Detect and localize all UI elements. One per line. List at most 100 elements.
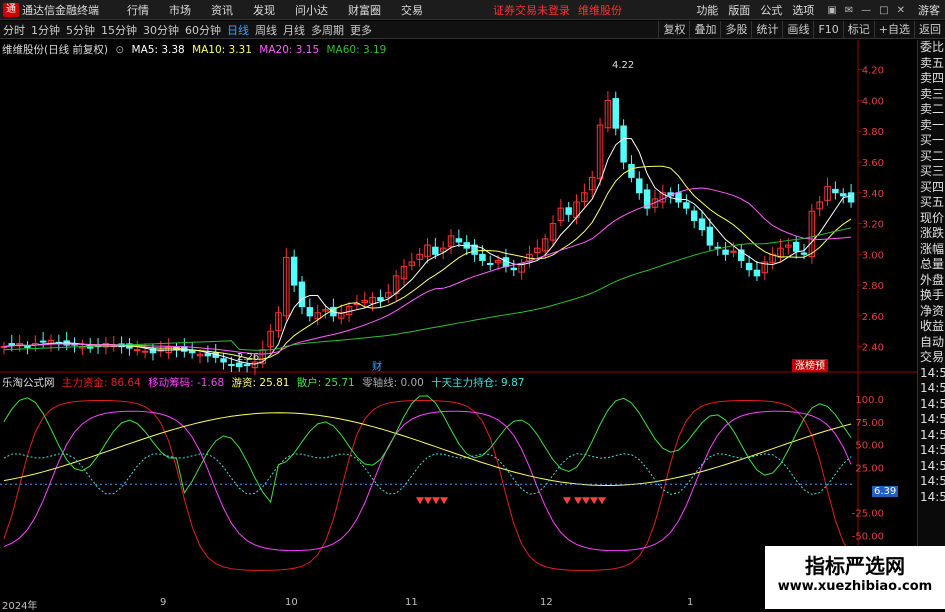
candle-body [510,267,518,271]
close-icon[interactable]: ✕ [897,5,905,16]
side-panel-label: 14:56 [920,412,945,426]
indicator-current-value: 6.39 [872,486,899,497]
stock-name-title: 维维股份 [578,3,622,17]
x-axis-label: 2024年 [2,601,38,612]
side-panel-label: 收益 [920,319,945,333]
toolbar-button[interactable]: 复权 [658,21,689,39]
maximize-icon[interactable]: □ [879,5,888,16]
limit-up-label: 涨榜预 [795,359,825,372]
ind-tick-label: 50.00 [855,441,884,452]
quote-side-panel: 委比 卖五 卖四 卖三 卖二 卖一 买一 买二 买三 买四 买五 现价 涨跌 涨幅 总量 外盘 换手 净资 收益 自动… [917,40,945,609]
candle-body [612,98,620,129]
toolbar-button[interactable]: F10 [813,21,842,39]
candle-body [24,345,31,348]
candle-body [8,343,16,346]
candle-body [204,353,212,357]
ind-tick-label: -25.00 [852,509,884,520]
candle-body [683,202,690,209]
side-panel-label: 14:56 [920,396,945,411]
menu-item[interactable]: 市场 [159,2,201,18]
side-panel-label: 买三 [920,164,945,178]
legend-gear-icon[interactable]: ⊙ [115,44,124,56]
tab-timeframe[interactable]: 更多 [347,24,375,37]
toolbar-button[interactable]: +自选 [873,21,914,39]
candle-body [839,193,847,197]
toolbar-button[interactable]: 统计 [751,21,782,39]
menu-item[interactable]: 资讯 [201,2,243,18]
tab-timeframe[interactable]: 分时 [0,24,28,37]
side-panel-label: 涨跌 [920,226,945,240]
toolbar-button[interactable]: 返回 [914,21,945,39]
menu-item[interactable]: 行情 [117,2,159,18]
tab-timeframe[interactable]: 日线 [224,24,252,37]
hot-money-label: 游资: 25.81 [231,377,290,389]
indicator-legend: 乐淘公式网 主力资金: 86.64 移动筹码: -1.68 游资: 25.81 … [2,375,528,390]
watermark-url: www.xuezhibiao.com [777,579,933,594]
menu-layout[interactable]: 版面 [723,2,755,18]
message-icon[interactable]: ✉ [845,5,853,16]
ind-tick-label: 100.0 [855,395,884,406]
candle-body [86,346,94,349]
menu-formula[interactable]: 公式 [755,2,787,18]
tab-timeframe[interactable]: 1分钟 [28,24,63,37]
tab-timeframe[interactable]: 周线 [252,24,280,37]
candle-body [690,210,698,221]
candle-body [141,350,149,353]
menu-item[interactable]: 问小达 [285,2,338,18]
main-menu: 行情 市场 资讯 发现 问小达 财富圈 交易 [117,2,433,18]
side-panel-label: 卖一 [920,117,945,132]
side-panel-label: 买四 [920,179,945,194]
minimize-icon[interactable]: — [861,5,871,16]
candle-body [745,262,753,271]
candle-body [847,192,855,203]
candle-body [792,241,800,252]
candle-body [290,256,298,286]
guest-label[interactable]: 游客 [913,2,945,18]
ind-tick-label: 75.00 [855,418,884,429]
candle-body [39,340,47,343]
skin-icon[interactable]: ▣ [827,5,836,16]
candle-body [800,252,808,255]
toolbar-button[interactable]: 标记 [842,21,874,39]
tab-timeframe[interactable]: 多周期 [308,24,347,37]
price-tick-label: 2.40 [862,343,884,354]
menu-item[interactable]: 发现 [243,2,285,18]
x-axis-label: 9 [160,597,167,608]
ten-day-label: 十天主力持仓: 9.87 [431,377,525,389]
menu-item[interactable]: 财富圈 [338,2,391,18]
toolbar-button[interactable]: 叠加 [689,21,720,39]
login-notice[interactable]: 证券交易未登录 [493,2,570,18]
tab-timeframe[interactable]: 15分钟 [98,24,140,37]
main-legend: 维维股份(日线 前复权) ⊙ MA5: 3.38 MA10: 3.31 MA20… [2,42,390,57]
candle-body [377,297,384,301]
toolbar-button[interactable]: 多股 [720,21,751,39]
candle-body [753,269,761,277]
candle-body [628,163,635,178]
candle-body [730,250,737,253]
menu-options[interactable]: 选项 [787,2,819,18]
tab-timeframe[interactable]: 30分钟 [140,24,182,37]
kline-chart[interactable]: 4.20 4.00 3.80 3.60 3.40 3.20 3.00 2.80 2.60 2.40… [0,40,917,597]
price-tick-label: 3.80 [862,127,884,138]
tab-timeframe[interactable]: 5分钟 [63,24,98,37]
side-panel-label: 14:56 [920,489,945,504]
ind-tick-label: 25.00 [855,463,884,474]
price-tick-label: 4.20 [862,66,884,77]
toolbar-button[interactable]: 画线 [782,21,813,39]
candle-body [298,281,306,308]
side-panel-label: 买一 [920,133,945,147]
tab-timeframe[interactable]: 月线 [280,24,308,37]
candle-body [620,125,627,163]
watermark: 指标严选网 www.xuezhibiao.com [765,546,945,609]
side-panel-label: 14:56 [920,474,945,488]
app-title: 通达信金融终端 [22,3,99,17]
side-panel-label: 14:56 [920,458,945,473]
ma20-label: MA20: 3.15 [259,44,320,56]
side-panel-label: 14:56 [920,381,945,395]
menu-function[interactable]: 功能 [691,2,723,18]
candle-body [228,364,235,367]
menu-item[interactable]: 交易 [391,2,433,18]
tab-timeframe[interactable]: 60分钟 [182,24,224,37]
x-axis-label: 10 [285,597,298,608]
watermark-title: 指标严选网 [805,554,905,578]
